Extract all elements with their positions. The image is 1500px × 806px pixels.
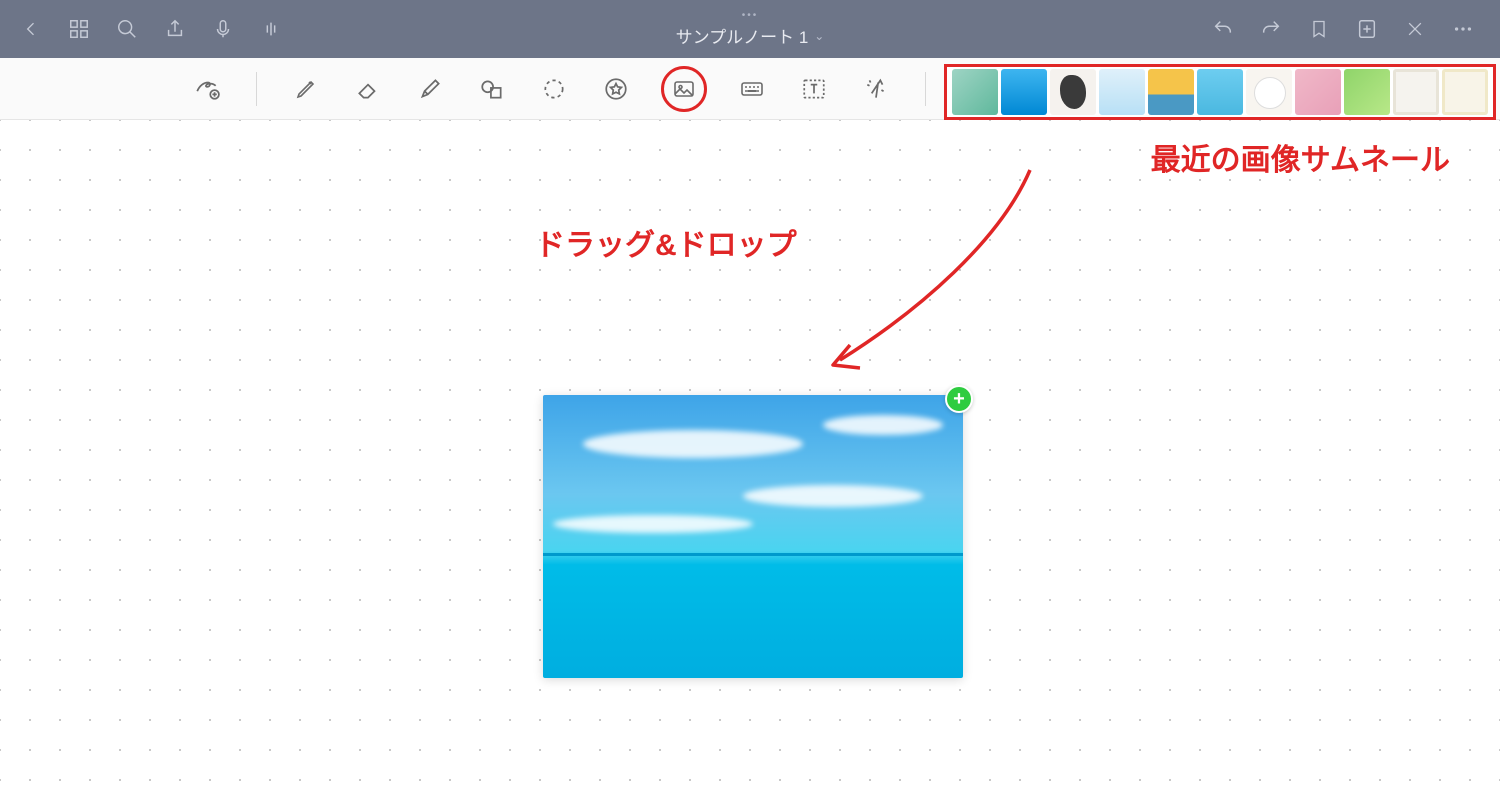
mic-icon[interactable] — [210, 16, 236, 42]
thumbnail-item[interactable] — [1148, 69, 1194, 115]
drag-handle-icon[interactable]: ••• — [676, 10, 825, 21]
redo-icon[interactable] — [1258, 16, 1284, 42]
annotation-drag-drop: ドラッグ&ドロップ — [535, 220, 797, 264]
lasso-tool[interactable] — [537, 72, 571, 106]
eraser-tool[interactable] — [351, 72, 385, 106]
shapes-tool[interactable] — [475, 72, 509, 106]
thumbnail-item[interactable] — [1246, 69, 1292, 115]
thumbnail-item[interactable] — [952, 69, 998, 115]
annotation-recent-thumbs: 最近の画像サムネール — [1151, 135, 1450, 179]
pen-tool[interactable] — [289, 72, 323, 106]
add-badge-icon[interactable]: + — [945, 385, 973, 413]
share-icon[interactable] — [162, 16, 188, 42]
search-icon[interactable] — [114, 16, 140, 42]
separator — [256, 72, 257, 106]
bookmark-icon[interactable] — [1306, 16, 1332, 42]
more-icon[interactable] — [1450, 16, 1476, 42]
add-page-icon[interactable] — [1354, 16, 1380, 42]
toolbar — [0, 58, 1500, 120]
grid-icon[interactable] — [66, 16, 92, 42]
recent-thumbnails-panel — [944, 64, 1496, 120]
note-title[interactable]: サンプルノート 1 ⌄ — [676, 23, 825, 48]
undo-icon[interactable] — [1210, 16, 1236, 42]
back-icon[interactable] — [18, 16, 44, 42]
thumbnail-item[interactable] — [1099, 69, 1145, 115]
pointer-tool[interactable] — [859, 72, 893, 106]
keyboard-tool[interactable] — [735, 72, 769, 106]
thumbnail-item[interactable] — [1393, 69, 1439, 115]
thumbnail-item[interactable] — [1344, 69, 1390, 115]
note-title-text: サンプルノート 1 — [676, 23, 809, 48]
thumbnail-item[interactable] — [1001, 69, 1047, 115]
thumbnail-item[interactable] — [1050, 69, 1096, 115]
image-tool[interactable] — [661, 66, 707, 112]
audio-wave-icon[interactable] — [258, 16, 284, 42]
highlighter-tool[interactable] — [413, 72, 447, 106]
close-icon[interactable] — [1402, 16, 1428, 42]
favorites-tool[interactable] — [599, 72, 633, 106]
thumbnail-item[interactable] — [1442, 69, 1488, 115]
text-tool[interactable] — [797, 72, 831, 106]
chevron-down-icon: ⌄ — [814, 29, 824, 43]
thumbnail-item[interactable] — [1197, 69, 1243, 115]
thumbnail-item[interactable] — [1295, 69, 1341, 115]
dropped-image[interactable]: + — [543, 395, 963, 678]
title-bar: ••• サンプルノート 1 ⌄ — [0, 0, 1500, 58]
separator — [925, 72, 926, 106]
zoom-draw-tool[interactable] — [190, 72, 224, 106]
